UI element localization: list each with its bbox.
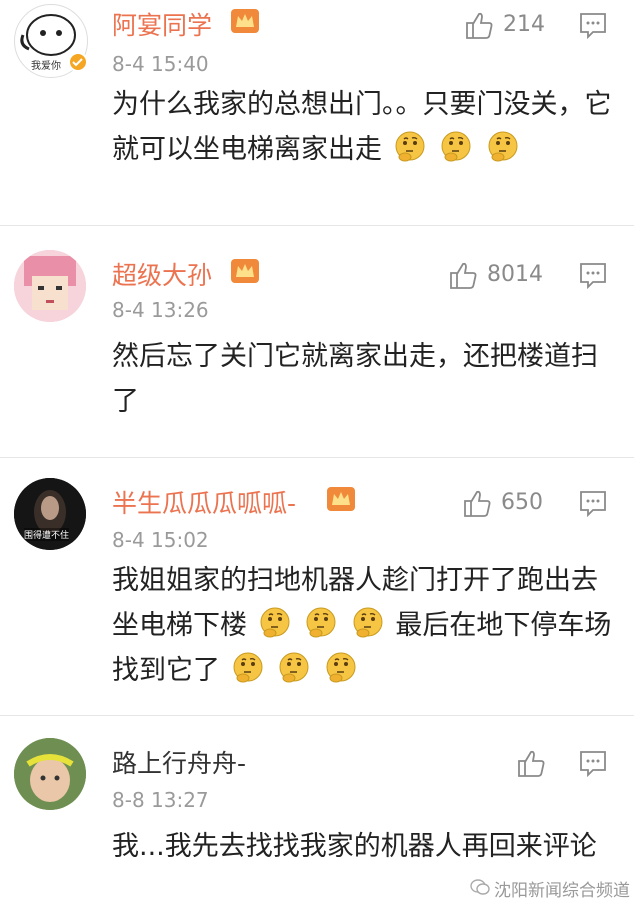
timestamp: 8-8 13:27 <box>112 788 209 812</box>
comment-text: 为什么我家的总想出门。。只要门没关，它就可以坐电梯离家出走 <box>112 82 612 172</box>
thinking-face-emoji <box>304 606 338 640</box>
thinking-face-emoji <box>277 651 311 685</box>
comment-item: 我爱你 阿宴同学 8-4 15:40 214 为什么我家的总想出门。。只要门没关… <box>0 0 634 226</box>
comment-icon[interactable] <box>578 10 608 40</box>
comment-icon[interactable] <box>578 260 608 290</box>
like-count: 214 <box>503 12 545 37</box>
avatar[interactable] <box>14 250 86 322</box>
watermark: 沈阳新闻综合频道 <box>494 881 630 901</box>
thinking-face-emoji <box>439 130 473 164</box>
avatar[interactable] <box>14 738 86 810</box>
comment-text-body: 为什么我家的总想出门。。只要门没关，它就可以坐电梯离家出走 <box>112 89 612 165</box>
comment-text: 然后忘了关门它就离家出走，还把楼道扫了 <box>112 341 598 417</box>
like-count: 650 <box>501 490 543 515</box>
avatar[interactable]: 围得遭不住 <box>14 478 86 550</box>
thumbs-up-icon[interactable] <box>464 10 494 40</box>
vip-crown-icon <box>231 9 259 33</box>
like-count: 8014 <box>487 262 543 287</box>
vip-crown-icon <box>327 487 355 511</box>
comment-item: 围得遭不住 半生瓜瓜瓜呱呱- 8-4 15:02 650 我姐姐家的扫地机器人趁… <box>0 458 634 716</box>
username[interactable]: 路上行舟舟- <box>112 744 246 780</box>
comment-text: 我姐姐家的扫地机器人趁门打开了跑出去坐电梯下楼 最后在地下停车场找到它了 <box>112 558 612 693</box>
timestamp: 8-4 15:40 <box>112 52 209 76</box>
thinking-face-emoji <box>486 130 520 164</box>
comment-item: 超级大孙 8-4 13:26 8014 然后忘了关门它就离家出走，还把楼道扫了 <box>0 226 634 458</box>
timestamp: 8-4 15:02 <box>112 528 209 552</box>
vip-crown-icon <box>231 259 259 283</box>
thumbs-up-icon[interactable] <box>448 260 478 290</box>
wechat-icon <box>470 879 490 895</box>
thinking-face-emoji <box>258 606 292 640</box>
avatar-caption: 我爱你 <box>31 61 61 72</box>
thumbs-up-icon[interactable] <box>516 748 546 778</box>
thumbs-up-icon[interactable] <box>462 488 492 518</box>
comment-icon[interactable] <box>578 488 608 518</box>
username[interactable]: 阿宴同学 <box>112 6 212 42</box>
thinking-face-emoji <box>324 651 358 685</box>
username[interactable]: 超级大孙 <box>112 256 212 292</box>
timestamp: 8-4 13:26 <box>112 298 209 322</box>
thinking-face-emoji <box>231 651 265 685</box>
comment-icon[interactable] <box>578 748 608 778</box>
thinking-face-emoji <box>393 130 427 164</box>
avatar-caption: 围得遭不住 <box>24 528 70 541</box>
verified-badge-icon <box>68 52 88 72</box>
username[interactable]: 半生瓜瓜瓜呱呱- <box>112 484 296 520</box>
comment-text: 我...我先去找找我家的机器人再回来评论 <box>112 831 597 862</box>
thinking-face-emoji <box>351 606 385 640</box>
